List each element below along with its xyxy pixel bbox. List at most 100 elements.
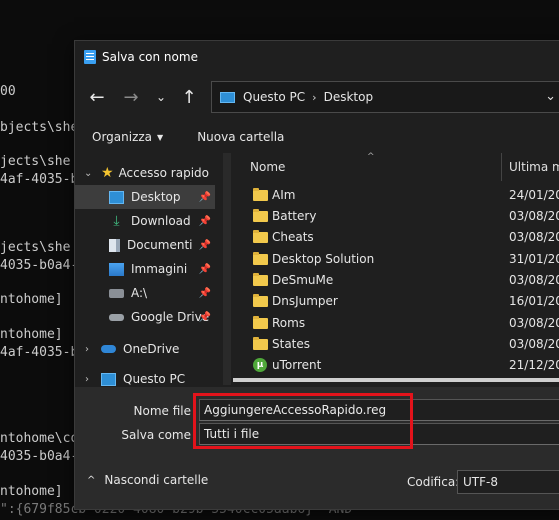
file-name: States bbox=[272, 337, 311, 351]
encoding-select[interactable]: UTF-8 bbox=[457, 470, 559, 494]
file-date: 03/08/202 bbox=[509, 230, 559, 244]
folder-icon bbox=[253, 230, 268, 243]
breadcrumb-separator-icon[interactable]: › bbox=[312, 91, 316, 104]
image-icon bbox=[109, 262, 124, 276]
nav-item-quick-access[interactable]: ⌄ ★ Accesso rapido bbox=[75, 161, 215, 185]
terminal-line: bjects\she bbox=[0, 120, 79, 135]
new-folder-label: Nuova cartella bbox=[197, 130, 285, 144]
pin-icon[interactable]: 📌 bbox=[199, 288, 211, 299]
address-dropdown-icon[interactable]: ⌄ bbox=[545, 89, 556, 104]
nav-item-download[interactable]: ⤓ Download 📌 bbox=[75, 209, 215, 233]
chevron-right-icon[interactable]: › bbox=[85, 374, 89, 385]
file-date: 16/01/202 bbox=[509, 294, 559, 308]
notepad-icon bbox=[84, 50, 96, 64]
terminal-line: jects\she bbox=[0, 240, 71, 255]
file-name: Roms bbox=[272, 316, 306, 330]
terminal-line: ntohome] bbox=[0, 484, 63, 499]
column-date-header[interactable]: Ultima mo bbox=[509, 160, 559, 174]
nav-item-label: Immagini bbox=[131, 262, 188, 276]
this-pc-icon bbox=[101, 372, 116, 386]
folder-icon bbox=[253, 252, 268, 265]
breadcrumb-item[interactable]: Questo PC bbox=[243, 90, 305, 104]
file-row[interactable]: Cheats 03/08/202 bbox=[233, 227, 559, 248]
pin-icon[interactable]: 📌 bbox=[199, 216, 211, 227]
column-header: ^ Nome Ultima mo bbox=[233, 152, 559, 181]
nav-item-label: Desktop bbox=[131, 190, 181, 204]
network-drive-icon bbox=[109, 288, 124, 298]
file-name: AIm bbox=[272, 188, 296, 202]
breadcrumb-item[interactable]: Desktop bbox=[324, 90, 374, 104]
utorrent-icon: µ bbox=[253, 358, 267, 372]
nav-item-desktop[interactable]: Desktop 📌 bbox=[75, 185, 215, 209]
file-row[interactable]: µ uTorrent 21/12/202 bbox=[233, 355, 559, 376]
sort-ascending-icon: ^ bbox=[367, 152, 375, 162]
chevron-right-icon[interactable]: › bbox=[85, 344, 89, 355]
command-bar: Organizza ▼ Nuova cartella bbox=[75, 121, 559, 153]
forward-arrow-icon[interactable]: → bbox=[115, 81, 147, 113]
nav-pane-scrollbar[interactable] bbox=[223, 153, 231, 385]
file-name: Desktop Solution bbox=[272, 252, 375, 266]
folder-icon bbox=[253, 273, 268, 286]
download-icon: ⤓ bbox=[113, 212, 120, 229]
file-date: 03/08/202 bbox=[509, 337, 559, 351]
save-form: Nome file AggiungereAccessoRapido.reg Sa… bbox=[75, 387, 559, 509]
file-date: 24/01/202 bbox=[509, 188, 559, 202]
nav-item-onedrive[interactable]: › OneDrive bbox=[75, 337, 215, 361]
file-list: ^ Nome Ultima mo AIm 24/01/202 Battery 0… bbox=[233, 152, 559, 385]
pin-icon[interactable]: 📌 bbox=[199, 192, 211, 203]
nav-item-label: Documenti bbox=[127, 238, 193, 252]
terminal-line: 4af-4035-b bbox=[0, 345, 79, 360]
file-name: Cheats bbox=[272, 230, 314, 244]
nav-item-label: A:\ bbox=[131, 286, 148, 300]
file-row[interactable]: AIm 24/01/202 bbox=[233, 185, 559, 206]
terminal-line: 00 bbox=[0, 84, 16, 99]
file-row[interactable]: DnsJumper 16/01/202 bbox=[233, 291, 559, 312]
back-arrow-icon[interactable]: ← bbox=[81, 81, 113, 113]
file-row[interactable]: Desktop Solution 31/01/202 bbox=[233, 249, 559, 270]
terminal-line: 4035-b0a4- bbox=[0, 258, 79, 273]
folder-icon bbox=[253, 188, 268, 201]
file-date: 31/01/202 bbox=[509, 252, 559, 266]
hide-folders-button[interactable]: ^ Nascondi cartelle bbox=[87, 473, 208, 487]
pin-icon[interactable]: 📌 bbox=[199, 312, 211, 323]
nav-item-images[interactable]: Immagini 📌 bbox=[75, 257, 215, 281]
file-name: DnsJumper bbox=[272, 294, 338, 308]
column-name-header[interactable]: Nome bbox=[250, 160, 285, 174]
file-row[interactable]: States 03/08/202 bbox=[233, 334, 559, 355]
file-name: uTorrent bbox=[272, 358, 322, 372]
organize-button[interactable]: Organizza ▼ bbox=[75, 130, 180, 144]
nav-item-label: Download bbox=[131, 214, 191, 228]
nav-item-drive-a[interactable]: A:\ 📌 bbox=[75, 281, 215, 305]
desktop-icon bbox=[109, 190, 124, 204]
pin-icon[interactable]: 📌 bbox=[199, 264, 211, 275]
cloud-icon bbox=[101, 345, 116, 353]
file-date: 03/08/202 bbox=[509, 273, 559, 287]
dialog-title: Salva con nome bbox=[102, 50, 198, 64]
red-highlight-annotation bbox=[193, 393, 413, 449]
terminal-line: ntohome] bbox=[0, 292, 63, 307]
nav-item-google-drive[interactable]: Google Drive 📌 bbox=[75, 305, 215, 329]
pin-icon[interactable]: 📌 bbox=[199, 240, 211, 251]
chevron-up-icon: ^ bbox=[87, 474, 96, 486]
savetype-label: Salva come bbox=[121, 428, 191, 442]
nav-item-documents[interactable]: Documenti 📌 bbox=[75, 233, 215, 257]
new-folder-button[interactable]: Nuova cartella bbox=[180, 130, 301, 144]
organize-label: Organizza bbox=[92, 130, 153, 144]
file-row[interactable]: DeSmuMe 03/08/202 bbox=[233, 270, 559, 291]
dialog-titlebar[interactable]: Salva con nome bbox=[75, 41, 559, 73]
nav-item-label: Questo PC bbox=[123, 372, 186, 386]
address-bar[interactable]: Questo PC › Desktop ⌄ bbox=[211, 81, 559, 113]
nav-item-label: OneDrive bbox=[123, 342, 180, 356]
chevron-down-icon[interactable]: ⌄ bbox=[84, 168, 92, 179]
nav-item-label: Google Drive bbox=[131, 310, 210, 324]
terminal-line: ntohome] bbox=[0, 327, 63, 342]
file-name: DeSmuMe bbox=[272, 273, 334, 287]
star-icon: ★ bbox=[101, 165, 114, 181]
file-row[interactable]: Battery 03/08/202 bbox=[233, 206, 559, 227]
hide-folders-label: Nascondi cartelle bbox=[104, 473, 209, 487]
up-arrow-icon[interactable]: ↑ bbox=[173, 81, 205, 113]
file-date: 03/08/202 bbox=[509, 316, 559, 330]
column-divider[interactable] bbox=[501, 153, 502, 181]
horizontal-scrollbar[interactable] bbox=[233, 378, 559, 382]
file-row[interactable]: Roms 03/08/202 bbox=[233, 313, 559, 334]
